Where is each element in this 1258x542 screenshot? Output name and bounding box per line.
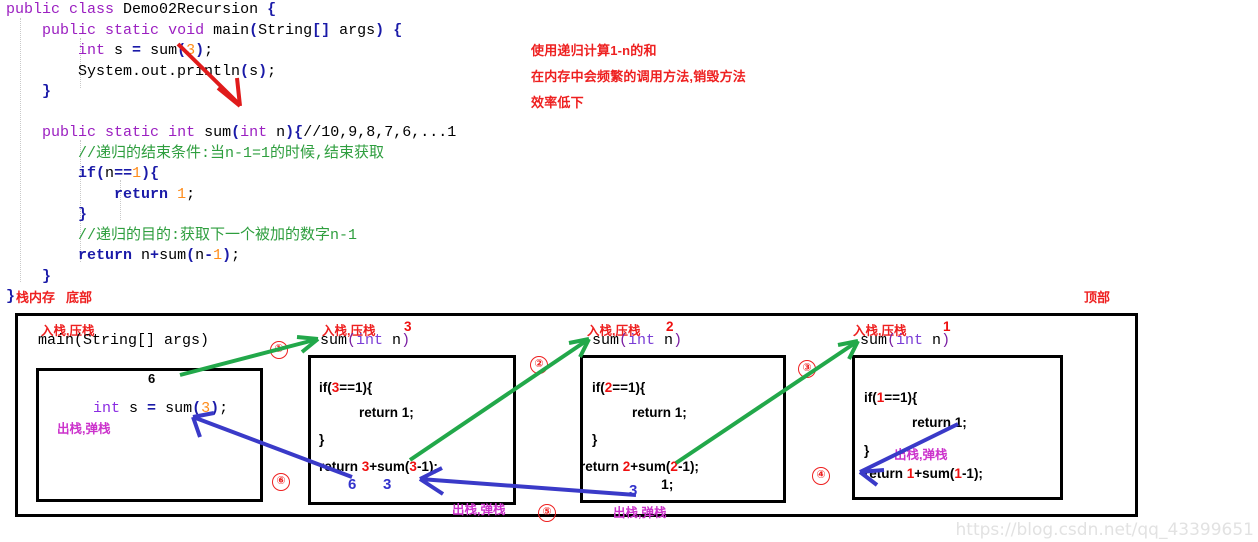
frame3-return-one: return 1; xyxy=(632,405,687,420)
stack-bottom-label: 底部 xyxy=(66,290,93,305)
frame2-value-right: 3 xyxy=(383,476,392,493)
step-marker-2: ② xyxy=(530,356,548,374)
step-marker-5: ⑤ xyxy=(538,504,556,522)
code-line: int s = sum(3); xyxy=(78,42,214,59)
frame4-signature: sum(int n) xyxy=(860,332,951,349)
code-line: //递归的目的:获取下一个被加的数字n-1 xyxy=(78,226,358,244)
code-line: return n+sum(n-1); xyxy=(78,247,241,264)
frame3-close-brace: } xyxy=(592,432,598,447)
frame2-return-line: return 3+sum(3-1); xyxy=(319,459,438,474)
frame2-if-line: if(3==1){ xyxy=(319,380,373,395)
screenshot-root: public class Demo02Recursion { public st… xyxy=(0,0,1258,542)
note-line-1: 使用递归计算1-n的和 xyxy=(531,43,657,58)
frame1-signature: main(String[] args) xyxy=(38,332,209,349)
frame4-if-line: if(1==1){ xyxy=(864,390,918,405)
frame4-pop-label: 出栈,弹栈 xyxy=(894,448,948,462)
code-line: return 1; xyxy=(114,185,196,203)
step-marker-6: ⑥ xyxy=(272,473,290,491)
stack-top-label: 顶部 xyxy=(1084,290,1111,305)
frame3-if-line: if(2==1){ xyxy=(592,380,646,395)
frame1-signature-text: main(String[] args) xyxy=(38,332,210,349)
frame2-signature: sum(int n) xyxy=(320,332,411,349)
frame4-return-one: return 1; xyxy=(912,415,967,430)
code-line: public class Demo02Recursion { xyxy=(6,1,277,18)
note-line-3: 效率低下 xyxy=(531,95,584,110)
frame3-pop-label: 出栈,弹栈 xyxy=(613,506,667,520)
code-line: } xyxy=(42,267,52,285)
code-line: } xyxy=(78,206,88,223)
frame2-value-left: 6 xyxy=(348,476,357,493)
frame1-pop-label: 出栈,弹栈 xyxy=(57,422,111,436)
step-marker-4: ④ xyxy=(812,467,830,485)
frame3-value-left: 3 xyxy=(629,482,638,499)
stack-frame-sum3 xyxy=(308,355,516,505)
step-marker-3: ③ xyxy=(798,360,816,378)
source-code-block: public class Demo02Recursion { public st… xyxy=(6,0,456,308)
frame2-close-brace: } xyxy=(319,432,325,447)
stack-frame-sum2 xyxy=(580,355,786,503)
note-line-2: 在内存中会频繁的调用方法,销毁方法 xyxy=(531,69,747,84)
code-line: public static int sum(int n){//10,9,8,7,… xyxy=(42,124,457,141)
frame3-signature: sum(int n) xyxy=(592,332,683,349)
code-line: if(n==1){ xyxy=(78,165,160,182)
frame3-return-line: return 2+sum(2-1); xyxy=(580,459,699,474)
frame4-return-line: return 1+sum(1-1); xyxy=(864,466,983,481)
code-line: System.out.println(s); xyxy=(6,62,277,80)
step-marker-1: ① xyxy=(270,341,288,359)
code-line: //递归的结束条件:当n-1=1的时候,结束获取 xyxy=(78,144,385,162)
watermark: https://blog.csdn.net/qq_43399651 xyxy=(955,520,1254,540)
code-line: public static void main(String[] args) { xyxy=(42,21,403,39)
frame2-return-one: return 1; xyxy=(359,405,414,420)
frame4-close-brace: } xyxy=(864,443,870,458)
stack-memory-label: 栈内存 xyxy=(16,290,56,305)
frame2-pop-label: 出栈,弹栈 xyxy=(452,503,506,517)
frame3-value-right: 1; xyxy=(661,476,674,492)
code-line: } xyxy=(42,83,52,100)
